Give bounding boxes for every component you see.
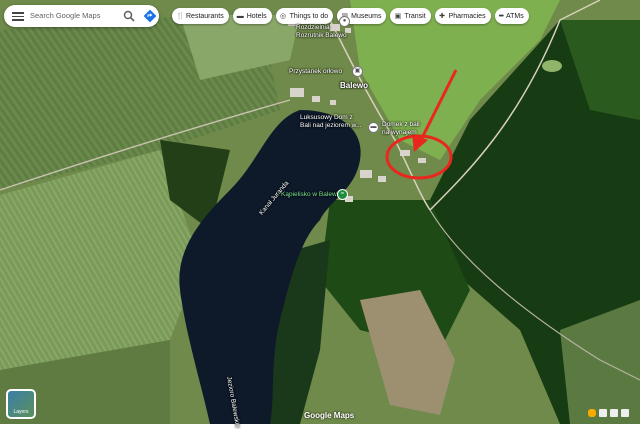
label-kapielisko[interactable]: Kąpielisko w Balewie (281, 191, 342, 199)
map-controls (588, 409, 629, 417)
chip-label: Restaurants (186, 12, 224, 20)
chip-hotels[interactable]: ▬ Hotels (232, 8, 272, 24)
google-maps-logo: Google Maps (304, 411, 355, 420)
chip-things-to-do[interactable]: ◎ Things to do (275, 8, 334, 24)
chip-label: Transit (404, 12, 426, 20)
pharmacy-icon: ✚ (439, 12, 446, 20)
label-luksusowy-dom[interactable]: Luksusowy Dom z Bali nad jeziorem w... (300, 114, 361, 130)
chip-label: Hotels (246, 12, 267, 20)
directions-icon[interactable] (143, 9, 157, 23)
globe-icon[interactable] (599, 409, 607, 417)
chip-transit[interactable]: ▣ Transit (390, 8, 431, 24)
chip-label: Pharmacies (448, 12, 486, 20)
chip-pharmacies[interactable]: ✚ Pharmacies (434, 8, 491, 24)
bed-icon: ▬ (236, 12, 244, 20)
beach-pin-icon[interactable]: ≈ (337, 189, 348, 200)
chip-atms[interactable]: ••• ATMs (494, 8, 529, 24)
hamburger-menu-icon[interactable] (12, 10, 24, 22)
fork-knife-icon: 🍴 (176, 12, 185, 20)
pegman-icon[interactable] (588, 409, 596, 417)
gallery-icon[interactable] (610, 409, 618, 417)
satellite-map[interactable] (0, 0, 640, 424)
search-input[interactable]: Search Google Maps (30, 11, 100, 20)
camera-icon: ◎ (280, 12, 287, 20)
chip-label: Museums (351, 12, 382, 20)
bus-stop-pin-icon[interactable]: ▣ (352, 66, 363, 77)
layers-label: Layers (13, 409, 29, 415)
label-domek-z-bali[interactable]: Domek z bali na wynajem (382, 121, 420, 137)
more-icon: ••• (498, 12, 504, 20)
bus-icon: ▣ (394, 12, 402, 20)
chip-label: Things to do (289, 12, 329, 20)
clearing (542, 60, 562, 72)
search-box[interactable]: Search Google Maps (4, 5, 159, 27)
label-rozdzielnia[interactable]: Rozdzielnia Rozrutnik Balewo (296, 24, 347, 40)
chip-restaurants[interactable]: 🍴 Restaurants (172, 8, 229, 24)
layers-button[interactable]: Layers (6, 389, 36, 419)
category-chips: 🍴Restaurants ▬Hotels ◎Things to do ▥Muse… (172, 8, 529, 24)
label-balewo[interactable]: Balewo (340, 82, 368, 90)
lodging-pin-icon[interactable]: ▬ (368, 122, 379, 133)
chip-label: ATMs (505, 12, 524, 20)
label-przystanek[interactable]: Przystanek orłowo (289, 68, 342, 76)
zoom-icon[interactable] (621, 409, 629, 417)
magnifier-icon[interactable] (123, 10, 135, 22)
